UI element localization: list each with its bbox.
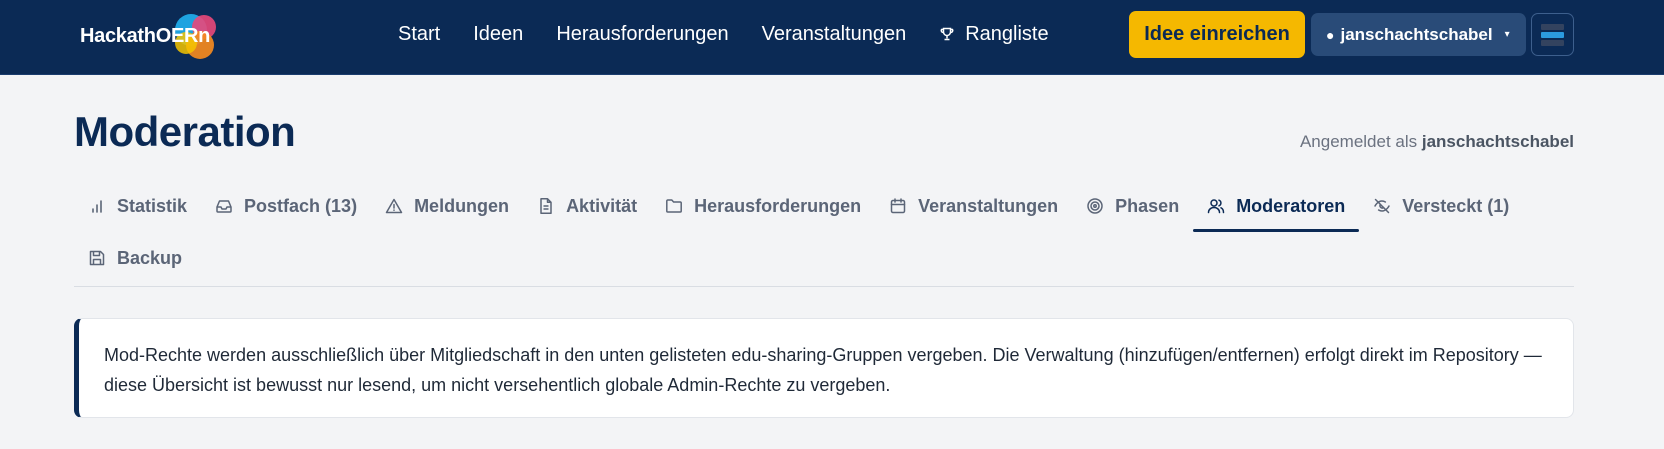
save-icon — [88, 249, 106, 267]
tab-label: Backup — [117, 247, 183, 268]
bar-chart-icon — [88, 197, 106, 215]
nav-link-rangliste-label: Rangliste — [965, 22, 1049, 45]
folder-icon — [665, 197, 683, 215]
tab-meldungen[interactable]: Meldungen — [371, 180, 523, 232]
inbox-icon — [215, 197, 233, 215]
users-icon — [1207, 197, 1225, 215]
info-text: Mod-Rechte werden ausschließlich über Mi… — [104, 345, 1542, 395]
layout-toggle-button[interactable] — [1531, 13, 1574, 56]
tab-veranstaltungen[interactable]: Veranstaltungen — [875, 180, 1072, 232]
logged-in-status: Angemeldet als janschachtschabel — [1300, 132, 1574, 152]
logged-in-prefix: Angemeldet als — [1299, 132, 1418, 151]
eye-off-icon — [1373, 197, 1391, 215]
tab-label: Herausforderungen — [694, 195, 862, 216]
nav-link-herausforderungen[interactable]: Herausforderungen — [556, 23, 728, 46]
info-callout: Mod-Rechte werden ausschließlich über Mi… — [74, 318, 1574, 418]
tab-label: Phasen — [1115, 195, 1180, 216]
nav-link-ideen[interactable]: Ideen — [473, 23, 523, 46]
tab-statistik[interactable]: Statistik — [74, 180, 201, 232]
tab-label: Versteckt (1) — [1402, 195, 1510, 216]
tab-aktivitaet[interactable]: Aktivität — [523, 180, 651, 232]
layout-bar-icon — [1541, 39, 1564, 46]
moderation-tabs: Statistik Postfach (13) Meldungen Aktivi… — [74, 180, 1574, 284]
chevron-down-icon: ▾ — [1504, 29, 1510, 40]
tabs-divider — [74, 286, 1574, 287]
nav-link-rangliste[interactable]: Rangliste — [939, 22, 1049, 46]
trophy-icon — [939, 26, 955, 42]
target-icon — [1086, 197, 1104, 215]
document-icon — [537, 197, 555, 215]
brand-name: HackathOERn — [80, 24, 211, 47]
warning-icon — [385, 197, 403, 215]
tab-backup[interactable]: Backup — [74, 232, 196, 284]
brand-logo[interactable]: HackathOERn — [80, 8, 230, 64]
main-nav: Start Ideen Herausforderungen Veranstalt… — [398, 0, 1082, 68]
tab-label: Aktivität — [566, 195, 638, 216]
nav-link-start[interactable]: Start — [398, 23, 440, 46]
tab-label: Meldungen — [414, 195, 510, 216]
user-name: janschachtschabel — [1340, 24, 1493, 44]
tab-label: Veranstaltungen — [918, 195, 1059, 216]
calendar-icon — [889, 197, 907, 215]
layout-bar-icon — [1541, 23, 1564, 30]
tab-phasen[interactable]: Phasen — [1072, 180, 1193, 232]
tab-label: Statistik — [117, 195, 188, 216]
tab-versteckt[interactable]: Versteckt (1) — [1359, 180, 1523, 232]
tab-label: Moderatoren — [1236, 195, 1346, 216]
page-title: Moderation — [74, 108, 296, 155]
user-menu-dropdown[interactable]: ● janschachtschabel ▾ — [1311, 13, 1526, 56]
tab-label: Postfach (13) — [244, 195, 358, 216]
logged-in-user: janschachtschabel — [1421, 132, 1574, 151]
status-dot: ● — [1326, 26, 1335, 43]
tab-herausforderungen[interactable]: Herausforderungen — [651, 180, 875, 232]
layout-bar-icon — [1541, 31, 1564, 38]
nav-link-veranstaltungen[interactable]: Veranstaltungen — [762, 23, 907, 46]
submit-idea-button[interactable]: Idee einreichen — [1129, 11, 1305, 58]
tab-postfach[interactable]: Postfach (13) — [201, 180, 371, 232]
tab-moderatoren[interactable]: Moderatoren — [1193, 180, 1360, 232]
top-navbar: HackathOERn Start Ideen Herausforderunge… — [0, 0, 1664, 75]
